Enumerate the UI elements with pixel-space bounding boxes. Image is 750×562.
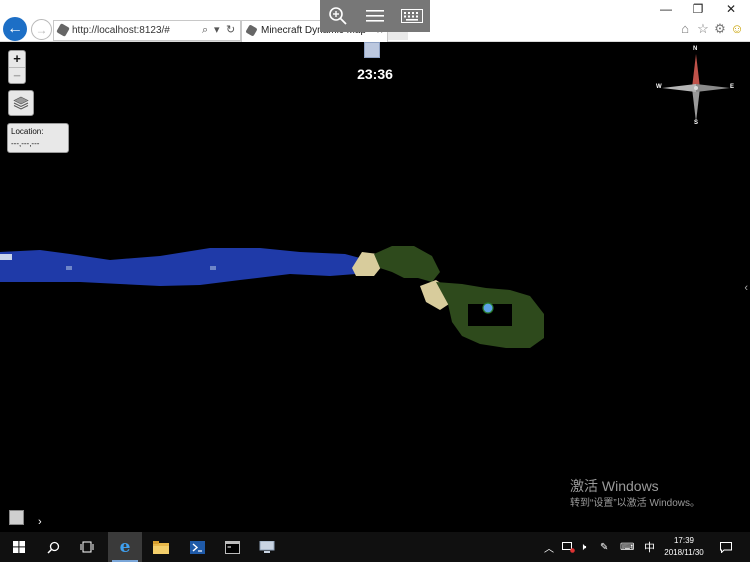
restore-icon[interactable]: ❐ (683, 2, 713, 16)
start-button[interactable] (2, 532, 36, 562)
action-center-icon[interactable] (720, 532, 732, 562)
address-bar[interactable]: http://localhost:8123/# ⌕ ▾ ↻ (53, 20, 241, 41)
minimize-icon[interactable]: — (651, 2, 681, 16)
clock-time: 17:39 (673, 536, 695, 545)
powershell-icon (189, 540, 205, 554)
grass-land (374, 246, 440, 282)
keyboard-button[interactable] (394, 0, 430, 32)
keyboard-icon (401, 9, 423, 23)
system-clock[interactable]: 17:39 2018/11/30 (656, 535, 712, 559)
settings-gear-icon[interactable]: ⚙ (712, 21, 728, 37)
hamburger-menu-icon (366, 10, 384, 22)
close-icon[interactable]: ✕ (716, 2, 746, 16)
taskbar-file-explorer[interactable] (144, 532, 178, 562)
world-terrain (0, 246, 544, 348)
smiley-feedback-icon[interactable]: ☺ (729, 21, 745, 36)
arrow-left-icon: ← (7, 20, 23, 37)
minimap-toggle-button[interactable] (9, 510, 24, 525)
taskbar-command-prompt[interactable] (215, 532, 249, 562)
terminal-icon (224, 540, 240, 554)
network-icon[interactable] (562, 532, 575, 562)
taskbar-remote-desktop[interactable] (250, 532, 284, 562)
dynmap-viewport[interactable]: + − Location: ---,---,--- 23:36 N S E W (0, 42, 750, 532)
water-spot (210, 266, 216, 270)
favorites-star-icon[interactable]: ☆ (695, 21, 711, 37)
water-spot (0, 254, 12, 260)
menu-button[interactable] (357, 0, 393, 32)
show-hidden-icons-chevron-icon[interactable]: ︿ (544, 532, 554, 562)
address-url[interactable]: http://localhost:8123/# (72, 21, 170, 40)
clock-date: 2018/11/30 (664, 548, 704, 557)
activation-watermark-title: 激活 Windows (570, 478, 659, 494)
site-icon (56, 23, 70, 37)
windows-logo-icon (13, 541, 25, 553)
search-icon[interactable]: ⌕ (202, 21, 208, 40)
back-button[interactable]: ← (3, 17, 27, 41)
touch-toolbar (320, 0, 430, 32)
water-spot (66, 266, 72, 270)
home-icon[interactable]: ⌂ (677, 21, 693, 36)
dropdown-icon[interactable]: ▾ (214, 21, 220, 40)
player-marker-icon (482, 302, 494, 314)
network-wired-icon (562, 541, 575, 553)
task-view-button[interactable] (70, 532, 104, 562)
task-view-icon (80, 541, 94, 553)
river-water (0, 248, 360, 286)
search-button[interactable] (36, 532, 70, 562)
chevron-right-icon[interactable]: › (38, 516, 42, 528)
computer-icon (259, 540, 275, 553)
touch-keyboard-icon[interactable]: ⌨ (620, 532, 634, 562)
arrow-right-icon: → (35, 22, 48, 37)
notification-icon (720, 541, 732, 553)
pen-workspace-icon[interactable]: ✎ (600, 532, 608, 562)
sidebar-expand-chevron-icon[interactable]: ‹ (744, 282, 748, 294)
taskbar-powershell[interactable] (180, 532, 214, 562)
taskbar-internet-explorer[interactable]: e (108, 532, 142, 562)
forward-button[interactable]: → (31, 19, 52, 40)
internet-explorer-icon: e (119, 537, 131, 557)
taskbar: e ︿ 🕨 ✎ ⌨ 中 17:39 2018/11/30 (0, 532, 750, 562)
tab-site-icon (245, 24, 258, 37)
refresh-icon[interactable]: ↻ (226, 21, 235, 40)
magnifier-plus-icon (329, 7, 347, 25)
zoom-magnifier-button[interactable] (320, 0, 356, 32)
folder-icon (153, 540, 169, 554)
ime-indicator[interactable]: 中 (644, 532, 655, 562)
volume-icon[interactable]: 🕨 (580, 532, 586, 562)
activation-watermark-hint: 转到“设置”以激活 Windows。 (570, 498, 701, 509)
search-icon (46, 541, 59, 554)
